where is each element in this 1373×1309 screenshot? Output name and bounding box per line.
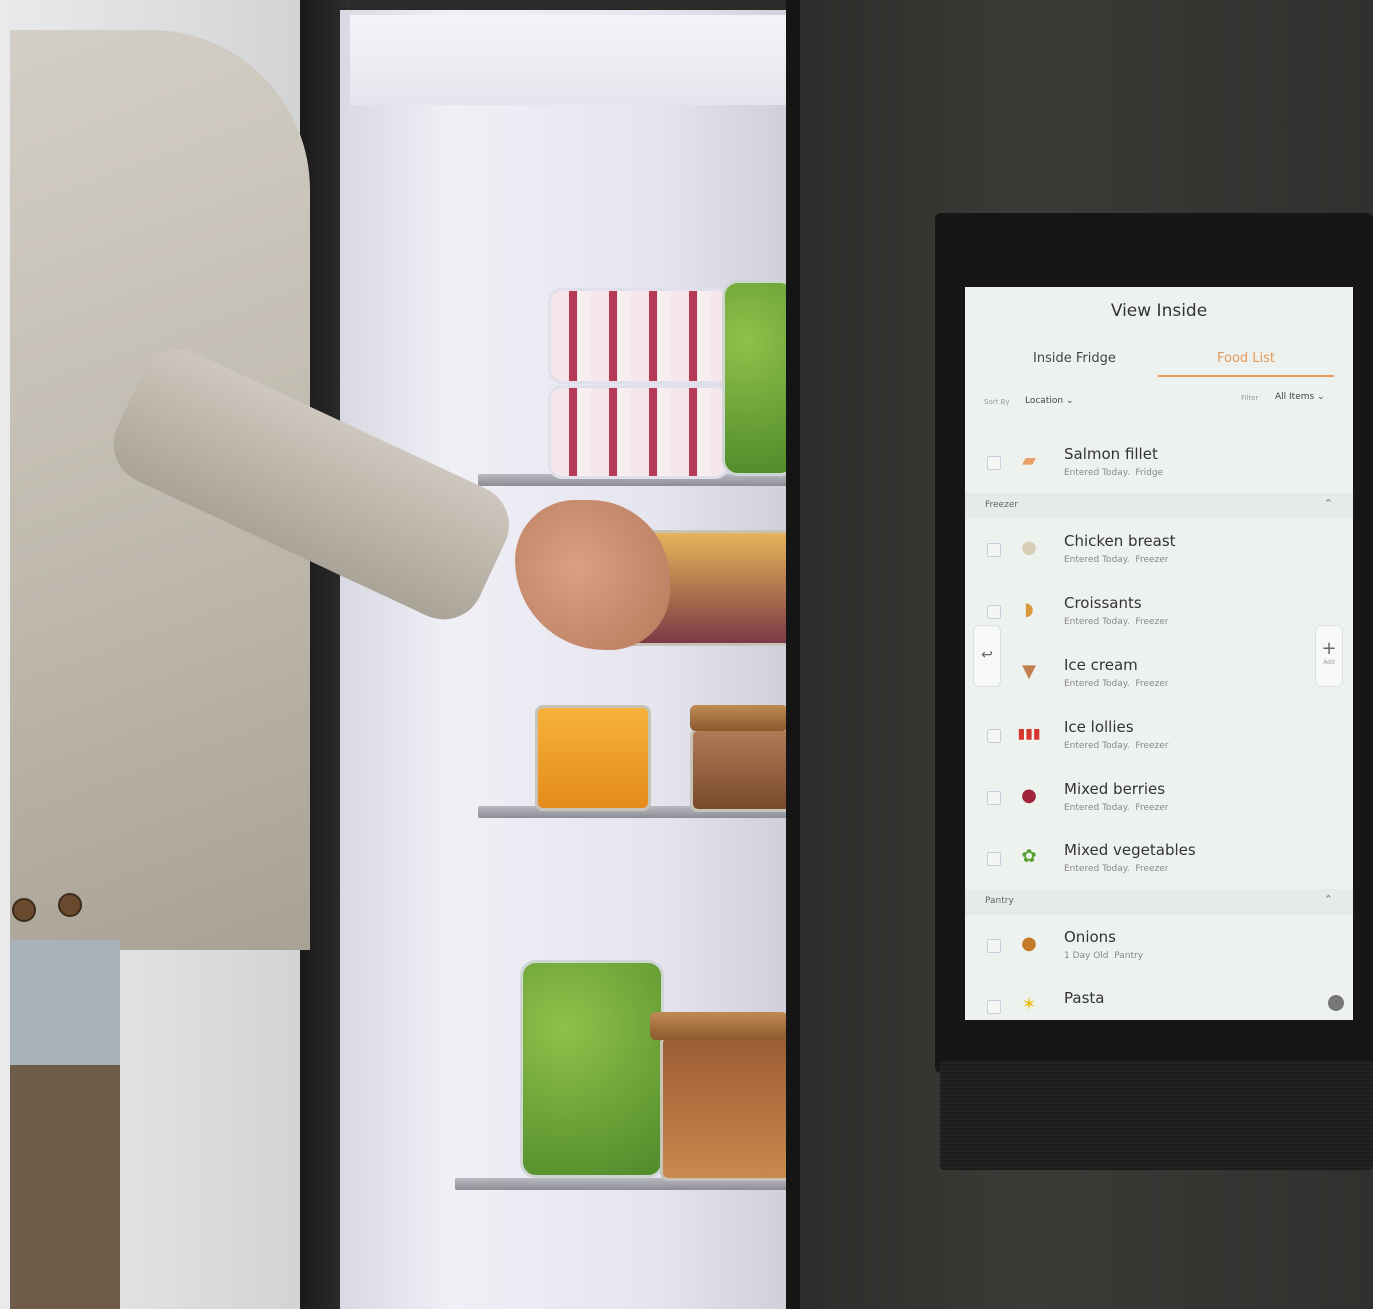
- berries-icon: ●: [1021, 785, 1037, 806]
- photo-scene: View Inside Inside Fridge Food List Sort…: [0, 0, 1373, 1309]
- bamboo-lid: [650, 1012, 788, 1040]
- back-button[interactable]: ↩: [973, 625, 1001, 687]
- person-shirt: [10, 940, 120, 1070]
- dessert-tub: [548, 385, 729, 479]
- item-checkbox[interactable]: [987, 1000, 1001, 1014]
- item-checkbox[interactable]: [987, 543, 1001, 557]
- item-meta: Entered Today. Freezer: [1064, 617, 1169, 627]
- section-header-freezer[interactable]: Freezer ⌃: [965, 493, 1353, 519]
- door-edge: [786, 0, 800, 1309]
- mango-jar: [535, 705, 651, 811]
- plus-icon: +: [1321, 638, 1337, 659]
- sort-label: Sort By: [984, 398, 1010, 406]
- item-name: Croissants: [1064, 594, 1142, 612]
- item-meta: Entered Today. Freezer: [1064, 555, 1169, 565]
- dessert-tub: [548, 288, 734, 384]
- item-meta: Entered Today. Freezer: [1064, 803, 1169, 813]
- peas-jar: [520, 960, 664, 1178]
- ice-lolly-icon: ▮▮▮: [1017, 726, 1041, 742]
- food-box: [690, 728, 794, 812]
- active-tab-indicator: [1158, 375, 1334, 377]
- add-button[interactable]: + Add: [1315, 625, 1343, 687]
- list-item[interactable]: ◗ Croissants Entered Today. Freezer: [965, 582, 1353, 640]
- item-meta: Entered Today. Freezer: [1064, 864, 1169, 874]
- sort-dropdown[interactable]: Location ⌄: [1025, 396, 1074, 406]
- screen-title: View Inside: [1110, 301, 1208, 321]
- ice-cream-icon: ▼: [1022, 661, 1036, 682]
- back-icon: ↩: [981, 647, 993, 663]
- list-item[interactable]: ● Mixed berries Entered Today. Freezer: [965, 768, 1353, 826]
- chevron-down-icon: ⌄: [1317, 392, 1325, 402]
- item-name: Mixed berries: [1064, 780, 1166, 798]
- chevron-down-icon: ⌄: [1065, 396, 1074, 406]
- item-name: Pasta: [1064, 989, 1105, 1007]
- bamboo-lid: [690, 705, 788, 731]
- fridge-touchscreen: View Inside Inside Fridge Food List Sort…: [965, 287, 1353, 1020]
- filter-dropdown[interactable]: All Items ⌄: [1275, 392, 1325, 402]
- speaker-grille: [940, 1060, 1373, 1170]
- fridge-interior-ceiling: [350, 15, 790, 105]
- item-checkbox[interactable]: [987, 791, 1001, 805]
- item-meta: 1 Day Old Pantry: [1064, 951, 1144, 961]
- list-item[interactable]: ✶ Pasta: [965, 977, 1353, 1020]
- list-item[interactable]: ▰ Salmon fillet Entered Today. Fridge: [965, 433, 1353, 491]
- item-checkbox[interactable]: [987, 852, 1001, 866]
- list-item[interactable]: ▮▮▮ Ice lollies Entered Today. Freezer: [965, 706, 1353, 764]
- chevron-up-icon: ⌃: [1323, 893, 1333, 906]
- section-header-pantry[interactable]: Pantry ⌃: [965, 889, 1353, 915]
- item-meta: Entered Today. Freezer: [1064, 741, 1169, 751]
- list-item[interactable]: ✿ Mixed vegetables Entered Today. Freeze…: [965, 829, 1353, 887]
- onion-icon: ●: [1021, 933, 1037, 954]
- item-checkbox[interactable]: [987, 605, 1001, 619]
- filter-label: Filter: [1241, 394, 1259, 402]
- person-trousers: [10, 1065, 120, 1309]
- section-label: Pantry: [985, 896, 1014, 906]
- item-name: Ice cream: [1064, 656, 1138, 674]
- filter-value: All Items: [1275, 392, 1315, 402]
- pasta-icon: ✶: [1021, 994, 1037, 1015]
- section-label: Freezer: [985, 500, 1019, 510]
- tab-inside-fridge[interactable]: Inside Fridge: [1033, 351, 1116, 366]
- bread-container: [660, 1035, 794, 1181]
- item-meta: Entered Today. Fridge: [1064, 468, 1164, 478]
- item-meta: Entered Today. Freezer: [1064, 679, 1169, 689]
- item-checkbox[interactable]: [987, 939, 1001, 953]
- jacket-button: [58, 893, 82, 917]
- item-name: Ice lollies: [1064, 718, 1134, 736]
- chicken-icon: ●: [1021, 537, 1037, 558]
- scroll-button[interactable]: [1328, 995, 1344, 1011]
- list-item[interactable]: ▼ Ice cream Entered Today. Freezer: [965, 644, 1353, 702]
- salmon-icon: ▰: [1022, 450, 1036, 471]
- item-name: Chicken breast: [1064, 532, 1176, 550]
- item-name: Onions: [1064, 928, 1116, 946]
- list-item[interactable]: ● Chicken breast Entered Today. Freezer: [965, 520, 1353, 578]
- tab-food-list[interactable]: Food List: [1217, 351, 1275, 366]
- croissant-icon: ◗: [1024, 599, 1034, 620]
- item-checkbox[interactable]: [987, 456, 1001, 470]
- add-button-label: Add: [1323, 659, 1335, 666]
- item-name: Salmon fillet: [1064, 445, 1158, 463]
- list-item[interactable]: ● Onions 1 Day Old Pantry: [965, 916, 1353, 974]
- item-name: Mixed vegetables: [1064, 841, 1196, 859]
- jacket-button: [12, 898, 36, 922]
- sort-value: Location: [1025, 396, 1064, 406]
- vegetables-icon: ✿: [1021, 846, 1037, 867]
- item-checkbox[interactable]: [987, 729, 1001, 743]
- chevron-up-icon: ⌃: [1323, 497, 1333, 510]
- peas-jar: [722, 280, 796, 476]
